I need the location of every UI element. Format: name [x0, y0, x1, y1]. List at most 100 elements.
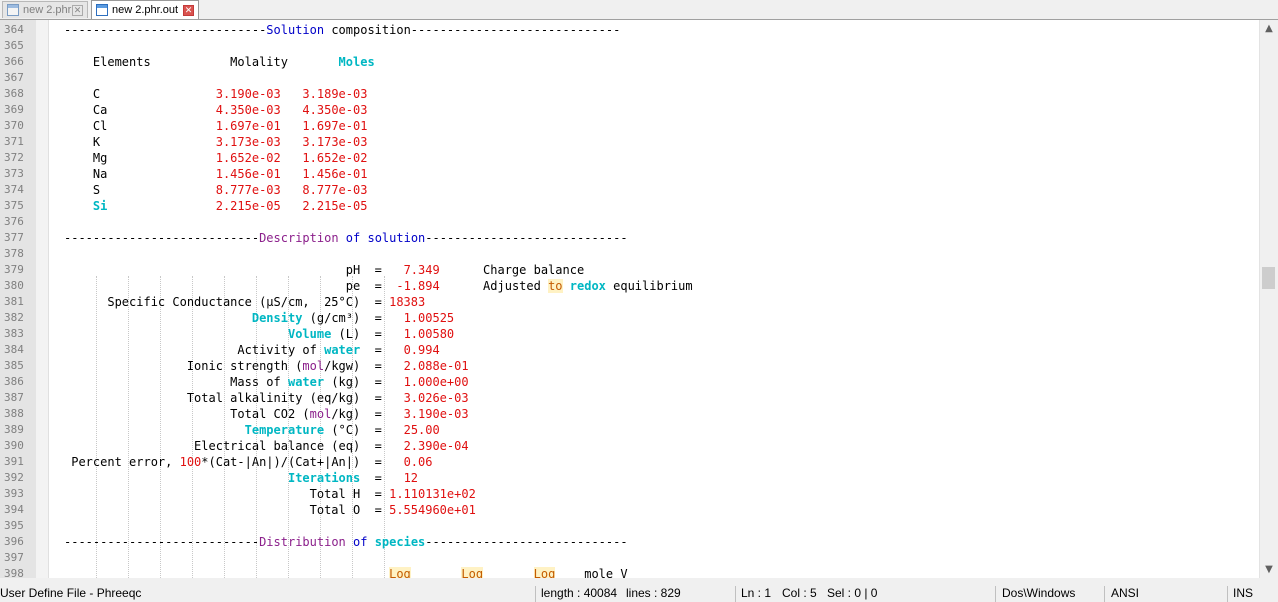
scrollbar-thumb[interactable] — [1262, 267, 1275, 289]
text-token: Density — [251, 311, 303, 325]
editor-line[interactable]: 383 Volume (L) = 1.00580 — [0, 326, 1259, 342]
text-token: mol — [302, 359, 325, 373]
text-token: 0.06 — [403, 455, 433, 469]
line-text: Mg 1.652e-02 1.652e-02 — [64, 150, 368, 166]
status-encoding[interactable]: ANSI — [1111, 584, 1139, 602]
line-number: 368 — [4, 87, 24, 100]
editor-line[interactable]: 370 Cl 1.697e-01 1.697e-01 — [0, 118, 1259, 134]
scroll-up-icon[interactable]: ▲ — [1260, 20, 1278, 37]
line-text: ---------------------------Distribution … — [64, 534, 628, 550]
editor-line[interactable]: 372 Mg 1.652e-02 1.652e-02 — [0, 150, 1259, 166]
text-token: *(Cat-|An|)/(Cat+|An|) = — [201, 455, 404, 469]
line-number: 387 — [4, 391, 24, 404]
editor-line[interactable]: 374 S 8.777e-03 8.777e-03 — [0, 182, 1259, 198]
editor-line[interactable]: 366 Elements Molality Moles — [0, 54, 1259, 70]
editor-line[interactable]: 396 ---------------------------Distributi… — [0, 534, 1259, 550]
text-token: Mass of — [64, 375, 288, 389]
line-number: 378 — [4, 247, 24, 260]
line-text: Electrical balance (eq) = 2.390e-04 — [64, 438, 469, 454]
line-number: 372 — [4, 151, 24, 164]
text-token: Adjusted — [439, 279, 549, 293]
editor-line[interactable]: 390 Electrical balance (eq) = 2.390e-04 — [0, 438, 1259, 454]
line-number: 394 — [4, 503, 24, 516]
vertical-scrollbar[interactable]: ▲ ▼ — [1259, 20, 1278, 578]
text-token: mol — [309, 407, 332, 421]
text-token: 2.215e-05 2.215e-05 — [215, 199, 368, 213]
line-text: ----------------------------Solution com… — [64, 22, 620, 38]
line-number: 397 — [4, 551, 24, 564]
editor-line[interactable]: 369 Ca 4.350e-03 4.350e-03 — [0, 102, 1259, 118]
tab-new-2-phr[interactable]: new 2.phr ✕ — [2, 1, 88, 18]
text-token: 1.456e-01 1.456e-01 — [215, 167, 368, 181]
editor-line[interactable]: 380 pe = -1.894 Adjusted to redox equili… — [0, 278, 1259, 294]
text-token: 1.110131e+02 — [389, 487, 476, 501]
editor-line[interactable]: 377 ---------------------------Descriptio… — [0, 230, 1259, 246]
tab-new-2-phr-out[interactable]: new 2.phr.out ✕ — [91, 0, 199, 19]
editor-line[interactable]: 393 Total H = 1.110131e+02 — [0, 486, 1259, 502]
editor-line[interactable]: 376 — [0, 214, 1259, 230]
editor-line[interactable]: 388 Total CO2 (mol/kg) = 3.190e-03 — [0, 406, 1259, 422]
close-icon[interactable]: ✕ — [183, 4, 194, 16]
line-text: K 3.173e-03 3.173e-03 — [64, 134, 368, 150]
editor-line[interactable]: 373 Na 1.456e-01 1.456e-01 — [0, 166, 1259, 182]
editor-line[interactable]: 384 Activity of water = 0.994 — [0, 342, 1259, 358]
text-token: Electrical balance (eq) = — [64, 439, 404, 453]
status-eol[interactable]: Dos\Windows — [1002, 584, 1075, 602]
text-token: Na — [64, 167, 216, 181]
editor-line[interactable]: 386 Mass of water (kg) = 1.000e+00 — [0, 374, 1259, 390]
editor-line[interactable]: 364 ----------------------------Solution … — [0, 22, 1259, 38]
editor-line[interactable]: 385 Ionic strength (mol/kgw) = 2.088e-01 — [0, 358, 1259, 374]
editor-line[interactable]: 387 Total alkalinity (eq/kg) = 3.026e-03 — [0, 390, 1259, 406]
text-token: /kgw) = — [324, 359, 404, 373]
text-token: --------------------------- — [64, 231, 260, 245]
text-token: 3.190e-03 — [403, 407, 469, 421]
editor-line[interactable]: 398 Log Log Log mole V — [0, 566, 1259, 578]
editor-line[interactable]: 379 pH = 7.349 Charge balance — [0, 262, 1259, 278]
text-token: 1.697e-01 1.697e-01 — [215, 119, 368, 133]
line-text: Activity of water = 0.994 — [64, 342, 439, 358]
line-number: 366 — [4, 55, 24, 68]
scroll-down-icon[interactable]: ▼ — [1260, 561, 1278, 578]
line-number: 369 — [4, 103, 24, 116]
text-token: 4.350e-03 4.350e-03 — [215, 103, 368, 117]
line-text: Mass of water (kg) = 1.000e+00 — [64, 374, 468, 390]
editor-line[interactable]: 397 — [0, 550, 1259, 566]
text-token: Si — [92, 199, 108, 213]
editor-line[interactable]: 368 C 3.190e-03 3.189e-03 — [0, 86, 1259, 102]
text-token: 3.173e-03 3.173e-03 — [215, 135, 368, 149]
line-text: Elements Molality Moles — [64, 54, 375, 70]
editor-line[interactable]: 389 Temperature (°C) = 25.00 — [0, 422, 1259, 438]
editor-line[interactable]: 378 — [0, 246, 1259, 262]
text-token: 1.00525 — [403, 311, 455, 325]
editor-line[interactable]: 375 Si 2.215e-05 2.215e-05 — [0, 198, 1259, 214]
editor-line[interactable]: 367 — [0, 70, 1259, 86]
status-mode[interactable]: INS — [1233, 584, 1253, 602]
editor-line[interactable]: 371 K 3.173e-03 3.173e-03 — [0, 134, 1259, 150]
text-token: Activity of — [64, 343, 325, 357]
editor-line[interactable]: 392 Iterations = 12 — [0, 470, 1259, 486]
editor-line[interactable]: 394 Total O = 5.554960e+01 — [0, 502, 1259, 518]
line-text: ---------------------------Description o… — [64, 230, 628, 246]
line-number: 376 — [4, 215, 24, 228]
editor-line[interactable]: 365 — [0, 38, 1259, 54]
editor-line[interactable]: 395 — [0, 518, 1259, 534]
text-token: S — [64, 183, 216, 197]
line-text: Ca 4.350e-03 4.350e-03 — [64, 102, 368, 118]
close-icon[interactable]: ✕ — [72, 4, 83, 16]
text-token: 2.088e-01 — [403, 359, 469, 373]
text-editor[interactable]: 364 ----------------------------Solution … — [0, 20, 1259, 578]
line-number: 386 — [4, 375, 24, 388]
text-token: redox — [569, 279, 606, 293]
editor-line[interactable]: 382 Density (g/cm³) = 1.00525 — [0, 310, 1259, 326]
editor-line[interactable]: 381 Specific Conductance (µS/cm, 25°C) =… — [0, 294, 1259, 310]
line-number: 374 — [4, 183, 24, 196]
text-token: K — [64, 135, 216, 149]
editor-line[interactable]: 391 Percent error, 100*(Cat-|An|)/(Cat+|… — [0, 454, 1259, 470]
line-text: Total CO2 (mol/kg) = 3.190e-03 — [64, 406, 469, 422]
status-lines: lines : 829 — [626, 586, 681, 600]
text-token: of — [353, 535, 368, 549]
